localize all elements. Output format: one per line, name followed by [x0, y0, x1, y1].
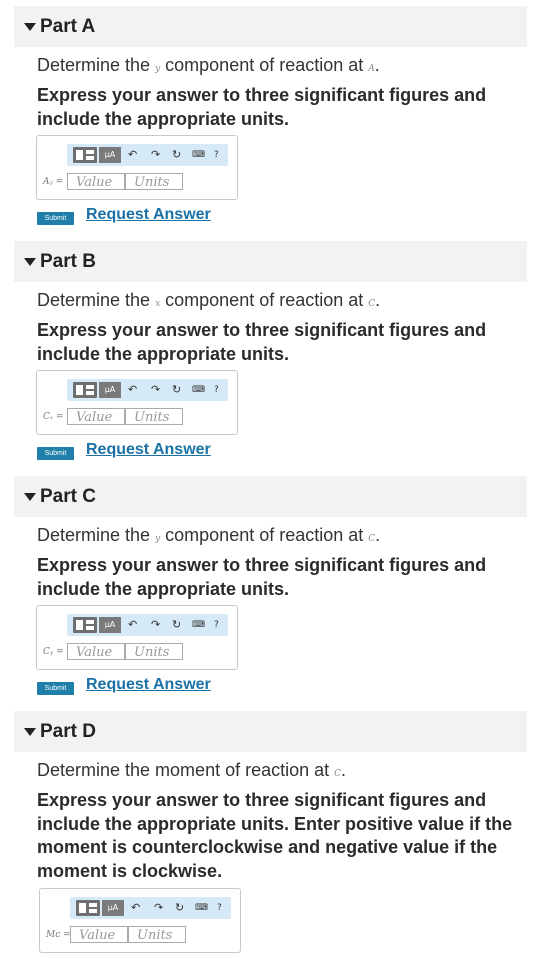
equation-toolbar: μA ↶ ↷ ↻ ⌨ ?	[67, 614, 228, 636]
redo-icon[interactable]: ↷	[154, 900, 163, 916]
part-b-header[interactable]: Part B	[14, 241, 527, 282]
answer-box: μA ↶ ↷ ↻ ⌨ ? Mᴄ = Value Units	[39, 888, 241, 953]
units-input[interactable]: Units	[128, 926, 186, 943]
units-symbol-button[interactable]: μA	[99, 147, 121, 163]
units-symbol-button[interactable]: μA	[99, 617, 121, 633]
undo-icon[interactable]: ↶	[128, 382, 137, 398]
redo-icon[interactable]: ↷	[151, 147, 160, 163]
submit-button[interactable]: Submit	[37, 682, 74, 695]
undo-icon[interactable]: ↶	[131, 900, 140, 916]
answer-label: Mᴄ =	[46, 930, 71, 940]
undo-icon[interactable]: ↶	[128, 617, 137, 633]
value-input[interactable]: Value	[70, 926, 128, 943]
templates-icon[interactable]	[73, 382, 97, 398]
part-title: Part B	[40, 250, 96, 272]
submit-button[interactable]: Submit	[37, 447, 74, 460]
help-button[interactable]: ?	[214, 617, 219, 633]
collapse-triangle-icon[interactable]	[24, 727, 36, 736]
value-input[interactable]: Value	[67, 173, 125, 190]
units-symbol-button[interactable]: μA	[102, 900, 124, 916]
question-text: Determine the y component of reaction at…	[37, 525, 381, 545]
question-text: Determine the moment of reaction at C.	[37, 760, 347, 780]
instruction-text: Express your answer to three significant…	[37, 320, 487, 364]
units-input[interactable]: Units	[125, 173, 183, 190]
undo-icon[interactable]: ↶	[128, 147, 137, 163]
part-a-header[interactable]: Part A	[14, 6, 527, 47]
reset-icon[interactable]: ↻	[172, 147, 181, 163]
keyboard-icon[interactable]: ⌨	[192, 147, 205, 163]
answer-label: Cᵧ =	[43, 647, 64, 657]
instruction-text: Express your answer to three significant…	[37, 790, 513, 881]
request-answer-link[interactable]: Request Answer	[86, 676, 211, 694]
answer-box: μA ↶ ↷ ↻ ⌨ ? Aᵧ = Value Units	[36, 135, 238, 200]
help-button[interactable]: ?	[217, 900, 222, 916]
help-button[interactable]: ?	[214, 147, 219, 163]
request-answer-link[interactable]: Request Answer	[86, 441, 211, 459]
answer-label: Aᵧ =	[43, 177, 64, 187]
help-button[interactable]: ?	[214, 382, 219, 398]
value-input[interactable]: Value	[67, 643, 125, 660]
part-title: Part D	[40, 720, 96, 742]
part-d-header[interactable]: Part D	[14, 711, 527, 752]
part-c-header[interactable]: Part C	[14, 476, 527, 517]
redo-icon[interactable]: ↷	[151, 382, 160, 398]
reset-icon[interactable]: ↻	[172, 617, 181, 633]
question-text: Determine the x component of reaction at…	[37, 290, 381, 310]
request-answer-link[interactable]: Request Answer	[86, 206, 211, 224]
keyboard-icon[interactable]: ⌨	[192, 382, 205, 398]
units-symbol-button[interactable]: μA	[99, 382, 121, 398]
templates-icon[interactable]	[76, 900, 100, 916]
reset-icon[interactable]: ↻	[175, 900, 184, 916]
keyboard-icon[interactable]: ⌨	[195, 900, 208, 916]
answer-label: Cₓ =	[43, 412, 64, 422]
templates-icon[interactable]	[73, 617, 97, 633]
part-title: Part A	[40, 15, 96, 37]
value-input[interactable]: Value	[67, 408, 125, 425]
units-input[interactable]: Units	[125, 643, 183, 660]
answer-box: μA ↶ ↷ ↻ ⌨ ? Cₓ = Value Units	[36, 370, 238, 435]
submit-button[interactable]: Submit	[37, 212, 74, 225]
part-title: Part C	[40, 485, 96, 507]
collapse-triangle-icon[interactable]	[24, 492, 36, 501]
units-input[interactable]: Units	[125, 408, 183, 425]
reset-icon[interactable]: ↻	[172, 382, 181, 398]
instruction-text: Express your answer to three significant…	[37, 555, 487, 599]
equation-toolbar: μA ↶ ↷ ↻ ⌨ ?	[67, 379, 228, 401]
equation-toolbar: μA ↶ ↷ ↻ ⌨ ?	[70, 897, 231, 919]
answer-box: μA ↶ ↷ ↻ ⌨ ? Cᵧ = Value Units	[36, 605, 238, 670]
keyboard-icon[interactable]: ⌨	[192, 617, 205, 633]
templates-icon[interactable]	[73, 147, 97, 163]
equation-toolbar: μA ↶ ↷ ↻ ⌨ ?	[67, 144, 228, 166]
collapse-triangle-icon[interactable]	[24, 22, 36, 31]
instruction-text: Express your answer to three significant…	[37, 85, 487, 129]
collapse-triangle-icon[interactable]	[24, 257, 36, 266]
redo-icon[interactable]: ↷	[151, 617, 160, 633]
question-text: Determine the y component of reaction at…	[37, 55, 380, 75]
